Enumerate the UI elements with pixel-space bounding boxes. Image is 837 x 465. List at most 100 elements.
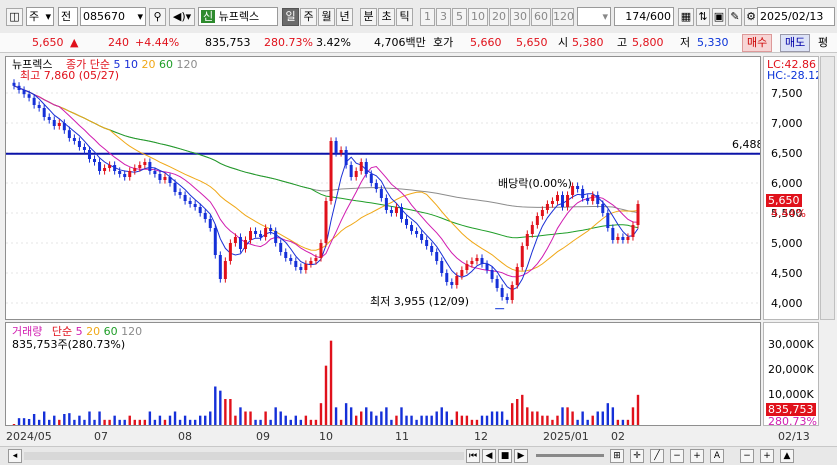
candle-body — [133, 168, 137, 171]
plus-zoom-icon[interactable]: + — [760, 449, 774, 463]
xaxis-label-4: 10 — [319, 430, 333, 443]
fit-icon[interactable]: ▲ — [780, 449, 794, 463]
stock-name-field[interactable]: 신 뉴프렉스 — [198, 7, 278, 26]
candle-body — [264, 228, 268, 237]
volume-bar — [344, 403, 348, 425]
interval-10[interactable]: 10 — [468, 8, 488, 26]
volume-bar — [334, 407, 338, 425]
candle-body — [364, 162, 368, 174]
price-tick-1: 7,000 — [771, 117, 803, 130]
interval-3[interactable]: 3 — [436, 8, 451, 26]
grid-icon[interactable]: ▦ — [678, 8, 694, 26]
plus-icon[interactable]: + — [690, 449, 704, 463]
candle-body — [82, 147, 86, 150]
candle-body — [515, 267, 519, 285]
candle-body — [359, 162, 363, 171]
volume-bar — [631, 407, 635, 425]
volume-bar — [546, 415, 549, 425]
arrows-icon[interactable]: ⇅ — [696, 8, 710, 26]
market-select[interactable]: 주 ▾ — [26, 7, 54, 26]
avg-button[interactable]: 평 — [818, 35, 828, 50]
period-second[interactable]: 초 — [378, 8, 395, 26]
save-icon[interactable]: ▣ — [712, 8, 726, 26]
zoom-slider[interactable] — [536, 454, 604, 457]
sell-button[interactable]: 매도 — [780, 34, 811, 52]
volume-ma-label: 단순 — [51, 325, 73, 338]
minus-icon[interactable]: − — [670, 449, 684, 463]
ask-price: 5,660 — [470, 36, 502, 49]
window-menu-icon[interactable]: ◫ — [6, 8, 23, 26]
scroll-start-icon[interactable]: ◂ — [8, 449, 22, 463]
candle-body — [591, 195, 595, 201]
price-tick-7: 4,000 — [771, 297, 803, 310]
volume-bar — [68, 413, 71, 425]
scroll-track[interactable] — [24, 452, 464, 460]
candle-body — [72, 138, 76, 141]
candle-body — [47, 117, 51, 120]
candle-body — [415, 231, 419, 234]
volume-bar — [284, 415, 287, 425]
vma120-label: 120 — [121, 325, 143, 338]
count-field[interactable]: 174/600 — [614, 7, 674, 26]
period-day[interactable]: 일 — [282, 8, 299, 26]
sound-icon[interactable]: ◀)▾ — [169, 8, 195, 26]
first-icon[interactable]: ⏮ — [466, 449, 480, 463]
interval-30[interactable]: 30 — [510, 8, 530, 26]
volume-bar — [254, 419, 257, 425]
price-tick-3: 6,000 — [771, 177, 803, 190]
interval-5[interactable]: 5 — [452, 8, 467, 26]
interval-custom-select[interactable]: ▾ — [577, 7, 611, 26]
volume-bar — [88, 411, 91, 425]
price-tag: 5,650 — [766, 194, 802, 207]
period-minute[interactable]: 분 — [360, 8, 377, 26]
volume-bar — [93, 419, 96, 425]
minus-zoom-icon[interactable]: − — [740, 449, 754, 463]
line-icon[interactable]: ╱ — [650, 449, 664, 463]
interval-20[interactable]: 20 — [489, 8, 509, 26]
zoom-icon[interactable]: ⊞ — [610, 449, 624, 463]
volume-bar — [32, 414, 36, 425]
type-select[interactable]: 전 — [58, 7, 78, 26]
volume-bar — [188, 419, 192, 425]
vma5-label: 5 — [75, 325, 83, 338]
volume-bar — [214, 386, 217, 425]
candle-body — [319, 243, 323, 258]
high-price: 5,800 — [632, 36, 664, 49]
code-input[interactable]: 085670 ▾ — [80, 7, 146, 26]
price-chart-panel[interactable]: 뉴프렉스 종가 단순 5 10 20 60 120 최고 7,860 (05/2… — [5, 56, 761, 320]
volume-bar — [289, 419, 292, 425]
candle-body — [495, 279, 499, 288]
cross-icon[interactable]: ✛ — [630, 449, 644, 463]
period-month[interactable]: 월 — [318, 8, 335, 26]
price-chart — [6, 79, 760, 310]
edit-icon[interactable]: ✎ — [728, 8, 742, 26]
volume-bar — [138, 419, 142, 425]
search-icon[interactable]: ⚲ — [149, 8, 166, 26]
interval-120[interactable]: 120 — [552, 8, 574, 26]
next-icon[interactable]: ▶ — [514, 449, 528, 463]
date-field[interactable]: 2025/02/13 — [757, 7, 835, 26]
buy-button[interactable]: 매수 — [742, 34, 773, 52]
volume-chart-panel[interactable]: 거래량 단순 5 20 60 120 835,753주(280.73%) — [5, 322, 761, 426]
volume-bar — [118, 419, 121, 425]
up-arrow-icon: ▲ — [70, 36, 79, 49]
volume-bar — [219, 390, 222, 425]
interval-60[interactable]: 60 — [531, 8, 551, 26]
volume-bar — [178, 419, 182, 425]
interval-1[interactable]: 1 — [420, 8, 435, 26]
period-tick[interactable]: 틱 — [396, 8, 413, 26]
volume-bar — [204, 415, 207, 425]
period-week[interactable]: 주 — [300, 8, 317, 26]
candle-body — [535, 216, 539, 225]
candle-body — [314, 258, 318, 261]
gear-icon[interactable]: ⚙ — [744, 8, 758, 26]
text-icon[interactable]: A — [710, 449, 724, 463]
prev-icon[interactable]: ◀ — [482, 449, 496, 463]
candle-body — [67, 130, 71, 138]
volume-bar — [17, 418, 21, 425]
stop-icon[interactable]: ■ — [498, 449, 512, 463]
xaxis-label-0: 2024/05 — [6, 430, 52, 443]
period-year[interactable]: 년 — [336, 8, 353, 26]
price-scrollbar[interactable] — [820, 56, 835, 320]
candle-body — [329, 141, 333, 201]
